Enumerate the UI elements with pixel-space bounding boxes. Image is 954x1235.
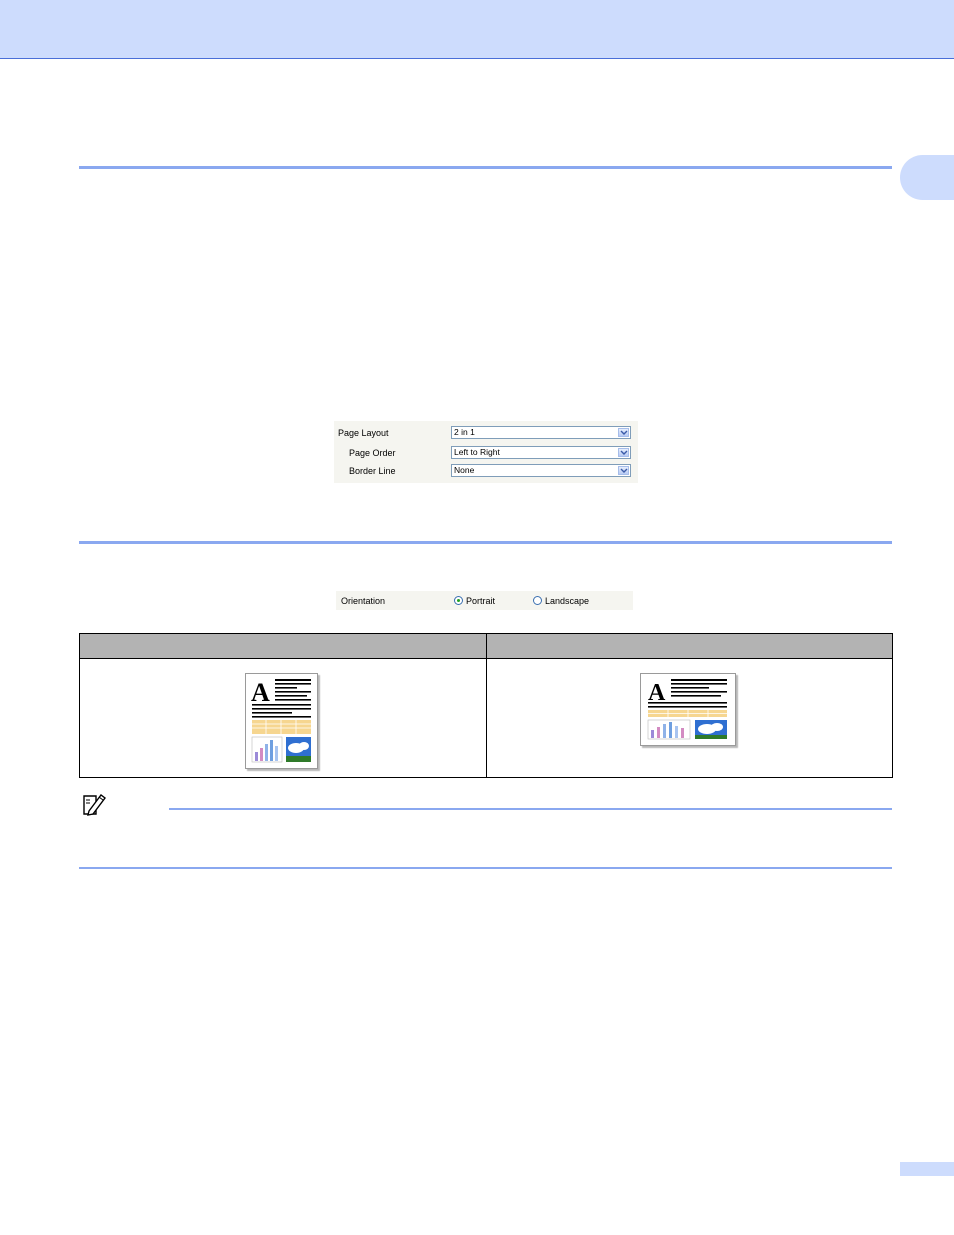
landscape-document-thumbnail: A bbox=[640, 673, 736, 746]
border-line-label: Border Line bbox=[349, 466, 396, 476]
chevron-down-icon[interactable] bbox=[618, 448, 629, 457]
chevron-down-icon[interactable] bbox=[618, 428, 629, 437]
note-rule-top bbox=[169, 808, 892, 810]
page-order-select[interactable]: Left to Right bbox=[451, 446, 631, 459]
orientation-settings-panel: Orientation Portrait Landscape bbox=[336, 591, 633, 610]
note-icon bbox=[81, 792, 107, 816]
table-header-landscape bbox=[487, 634, 892, 658]
portrait-document-thumbnail: A bbox=[245, 673, 318, 769]
landscape-page-illustration: A bbox=[647, 679, 727, 740]
page-header-band bbox=[0, 0, 954, 59]
page-layout-select[interactable]: 2 in 1 bbox=[451, 426, 631, 439]
portrait-radio[interactable] bbox=[454, 596, 463, 605]
orientation-table: A A bbox=[79, 633, 893, 778]
border-line-select[interactable]: None bbox=[451, 464, 631, 477]
note-rule-bottom bbox=[79, 867, 892, 869]
portrait-label[interactable]: Portrait bbox=[466, 596, 495, 606]
page-order-value: Left to Right bbox=[454, 447, 500, 457]
page-layout-label: Page Layout bbox=[338, 428, 389, 438]
radio-selected-dot bbox=[457, 599, 460, 602]
border-line-value: None bbox=[454, 465, 475, 475]
svg-text:A: A bbox=[251, 678, 270, 707]
landscape-label[interactable]: Landscape bbox=[545, 596, 589, 606]
landscape-radio[interactable] bbox=[533, 596, 542, 605]
page-number-tab bbox=[900, 1162, 954, 1176]
page-layout-settings-panel: Page Layout 2 in 1 Page Order Left to Ri… bbox=[334, 421, 638, 483]
chevron-down-icon[interactable] bbox=[618, 466, 629, 475]
orientation-label: Orientation bbox=[341, 596, 386, 606]
section-rule-top bbox=[79, 166, 892, 169]
section-rule-orientation bbox=[79, 541, 892, 544]
table-column-divider bbox=[486, 634, 487, 777]
page-order-label: Page Order bbox=[349, 448, 396, 458]
chapter-tab bbox=[900, 155, 954, 200]
page-layout-value: 2 in 1 bbox=[454, 427, 475, 437]
table-header-portrait bbox=[80, 634, 486, 658]
portrait-page-illustration: A bbox=[251, 678, 311, 763]
